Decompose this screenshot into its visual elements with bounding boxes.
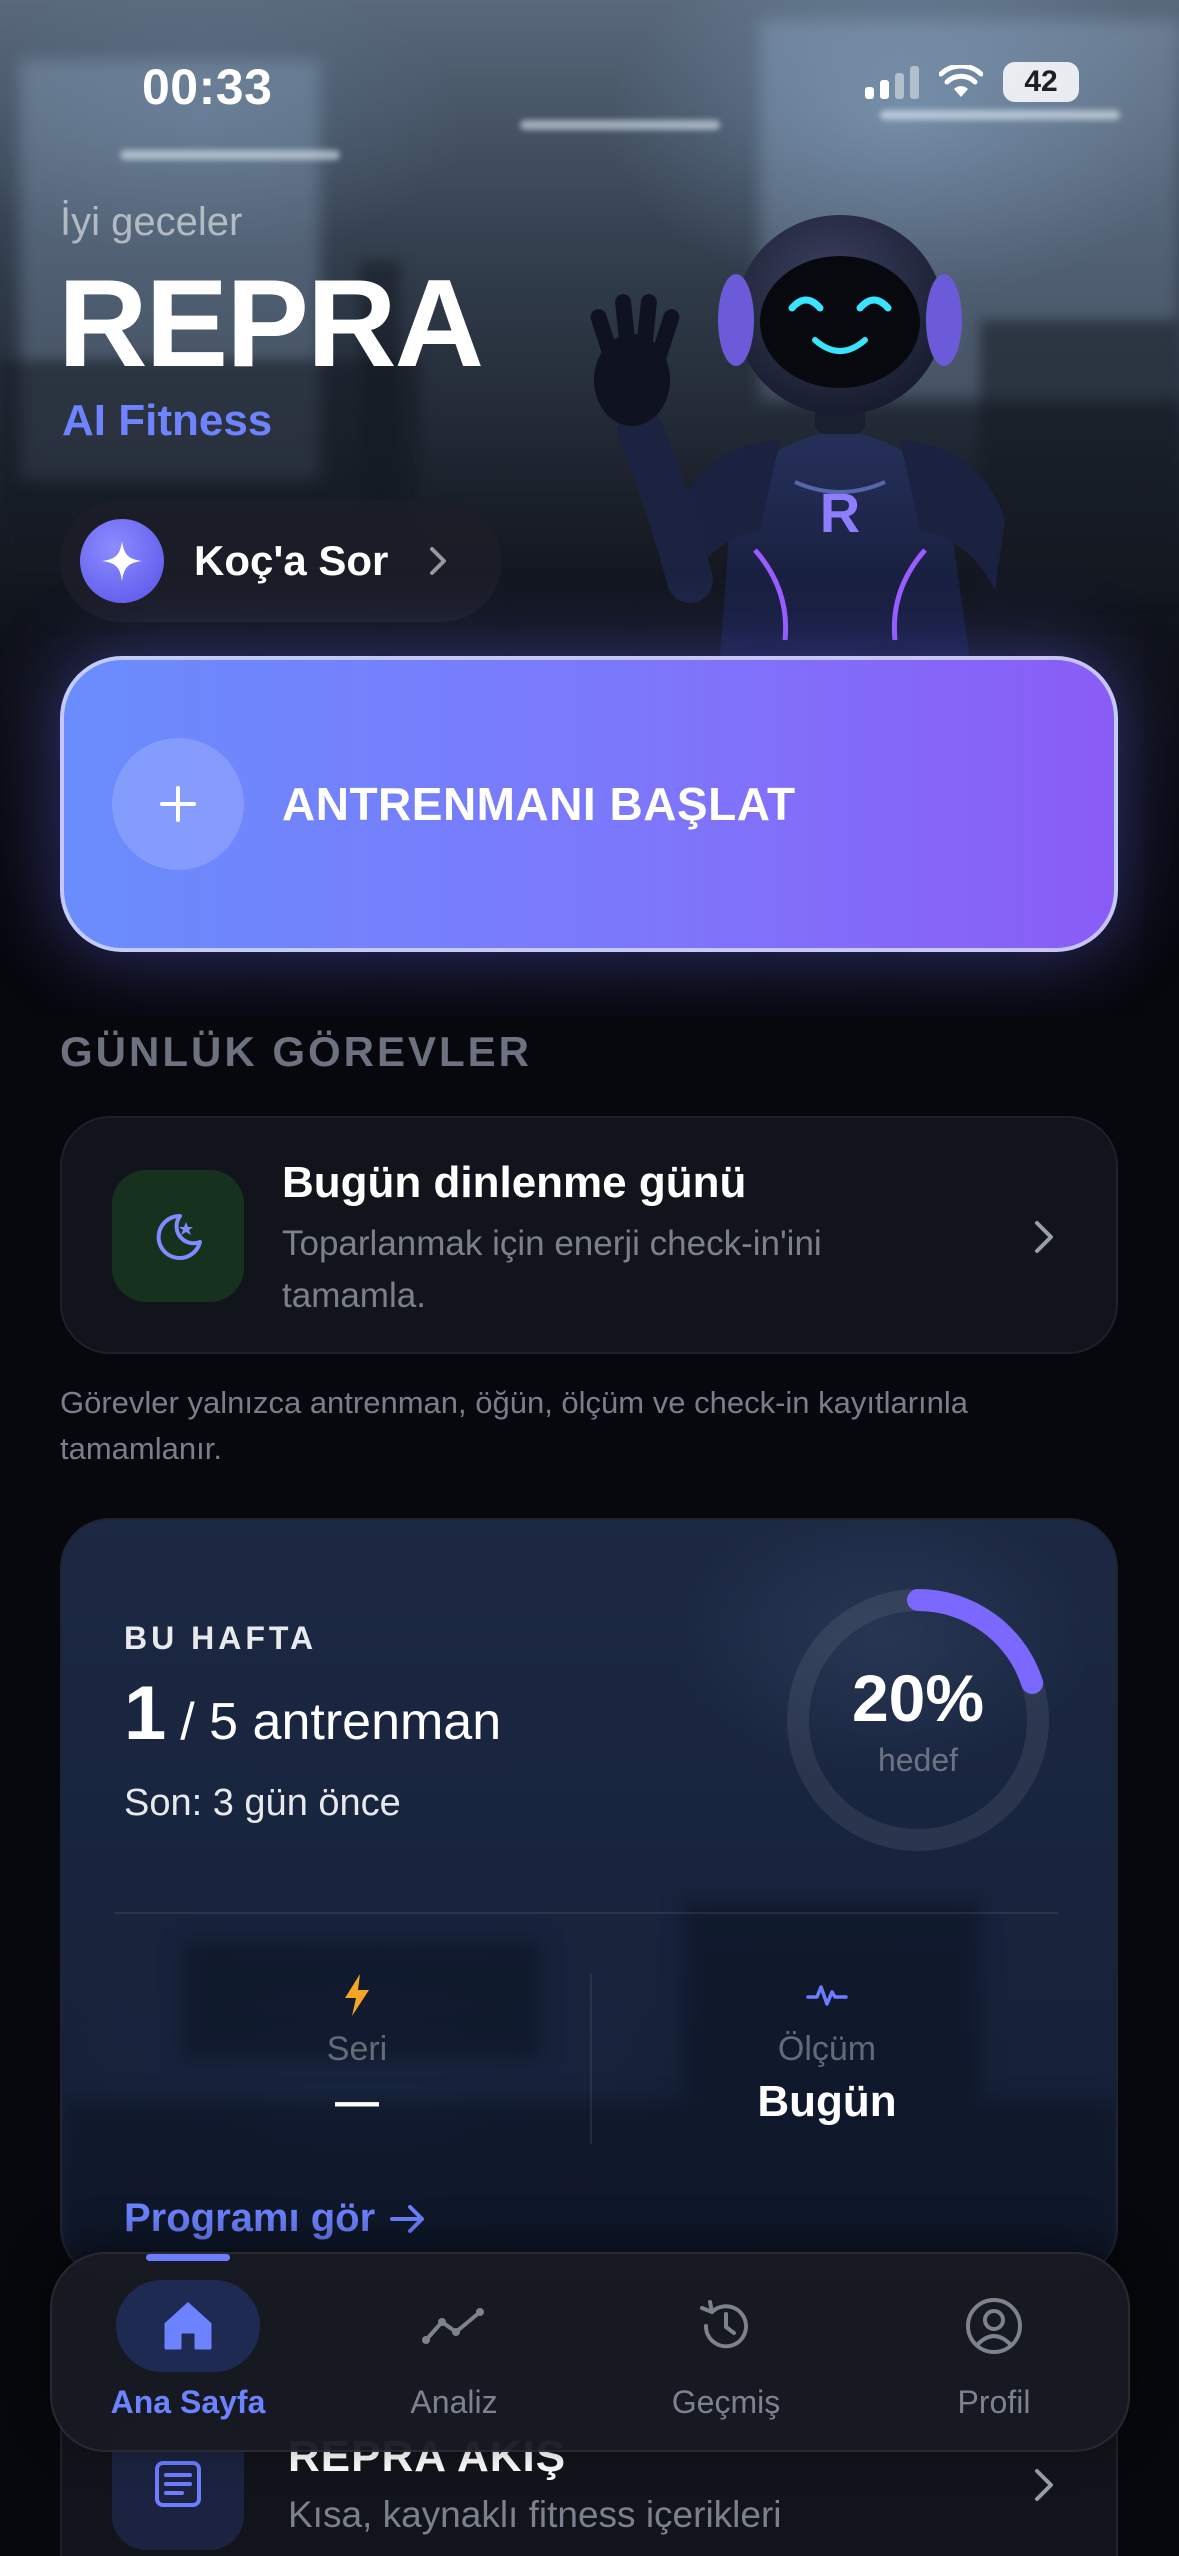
chevron-right-icon	[1035, 2469, 1053, 2501]
workouts-target: / 5 antrenman	[180, 1693, 502, 1751]
battery-indicator: 42	[1003, 62, 1079, 102]
view-program-link[interactable]: Programı gör	[124, 2196, 427, 2241]
goal-percentage: 20%	[851, 1661, 985, 1735]
tasks-info-note: Görevler yalnızca antrenman, öğün, ölçüm…	[60, 1385, 969, 1466]
tab-profile-label: Profil	[957, 2384, 1031, 2420]
trend-icon	[382, 2280, 526, 2372]
this-week-label: BU HAFTA	[124, 1620, 318, 1656]
tab-analysis-label: Analiz	[410, 2384, 498, 2420]
chevron-right-icon	[430, 547, 447, 575]
sparkle-icon	[80, 519, 164, 603]
measurement-value: Bugün	[757, 2077, 897, 2126]
ask-coach-button[interactable]: Koç'a Sor	[60, 500, 502, 622]
history-icon	[654, 2280, 798, 2372]
profile-icon	[922, 2280, 1066, 2372]
app-brand-title: REPRA	[58, 255, 484, 393]
feed-description: Kısa, kaynaklı fitness içerikleri	[288, 2494, 782, 2535]
wifi-icon	[939, 65, 983, 97]
tab-analysis[interactable]: Analiz	[354, 2280, 554, 2421]
tab-home[interactable]: Ana Sayfa	[88, 2280, 288, 2421]
status-time: 00:33	[142, 59, 273, 115]
status-icons: 42	[865, 62, 1079, 102]
app-brand-subtitle: AI Fitness	[62, 396, 273, 445]
view-program-label: Programı gör	[124, 2196, 376, 2240]
tab-history-label: Geçmiş	[671, 2384, 781, 2420]
divider	[114, 1912, 1058, 1914]
active-tab-indicator	[146, 2254, 230, 2261]
goal-caption: hedef	[877, 1742, 959, 1778]
arrow-right-icon	[390, 2204, 425, 2233]
bottom-tab-bar: Ana Sayfa Analiz Geçmiş Profil	[50, 2252, 1130, 2452]
measurement-label: Ölçüm	[777, 2030, 877, 2068]
streak-value: —	[335, 2077, 379, 2126]
home-icon	[116, 2280, 260, 2372]
moon-stars-icon	[112, 1170, 244, 1302]
task-title: Bugün dinlenme günü	[282, 1158, 747, 1207]
robot-mascot-illustration: R	[590, 215, 1005, 660]
streak-stat: Seri —	[122, 1970, 592, 2127]
rest-day-task-card[interactable]: Bugün dinlenme günü Toparlanmak için ene…	[60, 1116, 1118, 1354]
measurement-stat: Ölçüm Bugün	[592, 1970, 1062, 2127]
tab-profile[interactable]: Profil	[894, 2280, 1094, 2421]
workouts-completed: 1	[124, 1671, 167, 1756]
start-workout-button[interactable]: ANTRENMANI BAŞLAT	[60, 656, 1118, 952]
cellular-signal-icon	[865, 65, 919, 99]
workout-count: 1 / 5 antrenman	[124, 1670, 501, 1757]
plus-icon	[112, 738, 244, 870]
streak-label: Seri	[326, 2030, 388, 2068]
start-workout-label: ANTRENMANI BAŞLAT	[282, 778, 796, 830]
last-workout-text: Son: 3 gün önce	[124, 1782, 401, 1824]
task-description: Toparlanmak için enerji check-in'ini tam…	[282, 1224, 822, 1315]
ask-coach-label: Koç'a Sor	[194, 537, 389, 584]
bolt-icon	[122, 1970, 592, 2020]
greeting-text: İyi geceler	[60, 200, 243, 244]
daily-tasks-heading: GÜNLÜK GÖREVLER	[60, 1028, 533, 1075]
svg-text:R: R	[820, 481, 860, 544]
status-bar: 00:33 42	[0, 0, 1179, 170]
tab-history[interactable]: Geçmiş	[626, 2280, 826, 2421]
weekly-progress-card[interactable]: BU HAFTA 1 / 5 antrenman Son: 3 gün önce…	[60, 1518, 1118, 2278]
tab-home-label: Ana Sayfa	[110, 2384, 266, 2420]
chevron-right-icon	[1035, 1221, 1053, 1253]
pulse-icon	[592, 1970, 1062, 2020]
